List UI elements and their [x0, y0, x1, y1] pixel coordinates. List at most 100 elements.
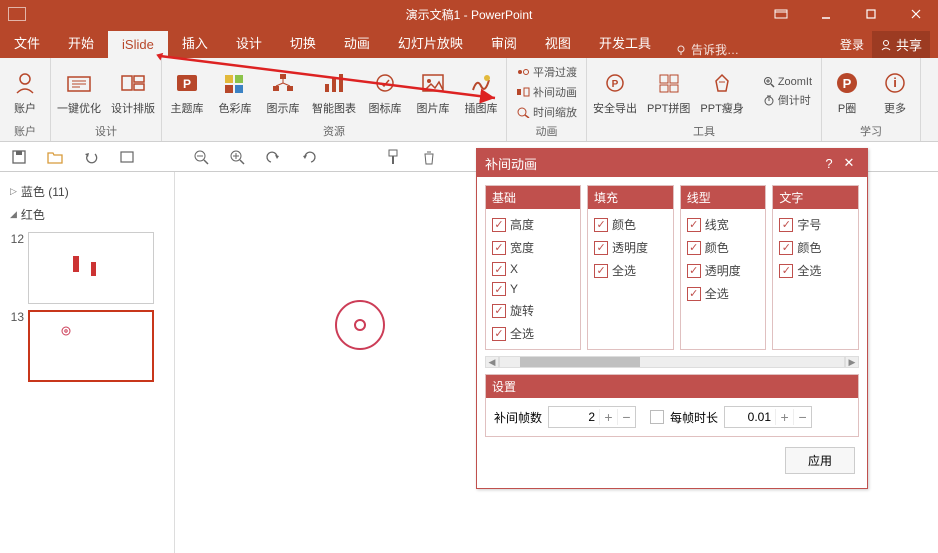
slide-thumb-12[interactable]: 12: [6, 232, 168, 304]
qat-format-painter[interactable]: [384, 148, 402, 166]
ribbon-tween-zoom[interactable]: 时间缩放: [513, 103, 580, 121]
qat-save[interactable]: [10, 148, 28, 166]
qat-redo2[interactable]: [300, 148, 318, 166]
base-checkbox-0[interactable]: ✓: [492, 218, 506, 232]
ribbon-diagram[interactable]: 图示库: [264, 68, 302, 116]
base-checkbox-4[interactable]: ✓: [492, 304, 506, 318]
dialog-close-button[interactable]: ✕: [839, 155, 859, 171]
tab-animations[interactable]: 动画: [330, 27, 384, 58]
scroll-right-icon[interactable]: ▶: [845, 356, 859, 368]
frames-minus[interactable]: −: [617, 409, 635, 425]
ribbon-pic[interactable]: 图片库: [414, 68, 452, 116]
ribbon-puzzle[interactable]: PPT拼图: [647, 68, 690, 116]
dialog-h-scrollbar[interactable]: ◀ ▶: [485, 356, 859, 368]
fill-checkbox-2[interactable]: ✓: [594, 264, 608, 278]
base-row-2[interactable]: ✓X: [490, 259, 576, 279]
qat-zoom-in[interactable]: [228, 148, 246, 166]
line-checkbox-3[interactable]: ✓: [687, 287, 701, 301]
qat-clear[interactable]: [420, 148, 438, 166]
ribbon-more[interactable]: i更多: [876, 68, 914, 116]
line-row-1[interactable]: ✓颜色: [685, 236, 762, 259]
maximize-button[interactable]: [848, 0, 893, 28]
duration-field[interactable]: + −: [724, 406, 812, 428]
base-checkbox-2[interactable]: ✓: [492, 262, 506, 276]
text-row-0[interactable]: ✓字号: [777, 213, 854, 236]
scroll-track[interactable]: [499, 356, 845, 368]
frames-field[interactable]: + −: [548, 406, 636, 428]
dialog-titlebar[interactable]: 补间动画 ? ✕: [477, 149, 867, 177]
minimize-button[interactable]: [803, 0, 848, 28]
line-row-0[interactable]: ✓线宽: [685, 213, 762, 236]
scroll-left-icon[interactable]: ◀: [485, 356, 499, 368]
line-checkbox-1[interactable]: ✓: [687, 241, 701, 255]
ribbon-timer[interactable]: 倒计时: [760, 91, 815, 109]
tab-slideshow[interactable]: 幻灯片放映: [384, 27, 477, 58]
ribbon-slim[interactable]: PPT瘦身: [700, 68, 743, 116]
login-button[interactable]: 登录: [832, 32, 872, 57]
base-row-4[interactable]: ✓旋转: [490, 299, 576, 322]
tab-view[interactable]: 视图: [531, 27, 585, 58]
tab-transitions[interactable]: 切换: [276, 27, 330, 58]
close-button[interactable]: [893, 0, 938, 28]
tab-insert[interactable]: 插入: [168, 27, 222, 58]
qat-undo2[interactable]: [264, 148, 282, 166]
ribbon-zoomit[interactable]: ZoomIt: [760, 75, 815, 89]
frames-input[interactable]: [549, 410, 599, 424]
fill-checkbox-0[interactable]: ✓: [594, 218, 608, 232]
nav-section-blue[interactable]: ▷蓝色 (11): [6, 180, 168, 203]
tab-home[interactable]: 开始: [54, 27, 108, 58]
base-row-5[interactable]: ✓全选: [490, 322, 576, 345]
line-checkbox-0[interactable]: ✓: [687, 218, 701, 232]
tab-islide[interactable]: iSlide: [108, 31, 168, 58]
ribbon-account[interactable]: 账户: [6, 68, 44, 116]
ribbon-tween-smooth[interactable]: 平滑过渡: [513, 63, 580, 81]
ribbon-tween-anim[interactable]: 补间动画: [513, 83, 580, 101]
line-checkbox-2[interactable]: ✓: [687, 264, 701, 278]
fill-checkbox-1[interactable]: ✓: [594, 241, 608, 255]
text-checkbox-2[interactable]: ✓: [779, 264, 793, 278]
duration-minus[interactable]: −: [793, 409, 811, 425]
ribbon-pquan[interactable]: PP圈: [828, 68, 866, 116]
scroll-thumb[interactable]: [520, 357, 640, 367]
base-checkbox-3[interactable]: ✓: [492, 282, 506, 296]
duration-plus[interactable]: +: [775, 409, 793, 425]
ribbon-icon[interactable]: 图标库: [366, 68, 404, 116]
tab-file[interactable]: 文件: [0, 27, 54, 58]
tab-dev[interactable]: 开发工具: [585, 27, 665, 58]
ribbon-theme[interactable]: P主题库: [168, 68, 206, 116]
tab-review[interactable]: 审阅: [477, 27, 531, 58]
text-checkbox-1[interactable]: ✓: [779, 241, 793, 255]
slide-thumb-13[interactable]: 13: [6, 310, 168, 382]
duration-input[interactable]: [725, 410, 775, 424]
text-row-1[interactable]: ✓颜色: [777, 236, 854, 259]
base-row-1[interactable]: ✓宽度: [490, 236, 576, 259]
ribbon-smartchart[interactable]: 智能图表: [312, 68, 356, 116]
dialog-help-button[interactable]: ?: [819, 156, 839, 171]
ribbon-one-click[interactable]: 一键优化: [57, 68, 101, 116]
text-checkbox-0[interactable]: ✓: [779, 218, 793, 232]
line-row-2[interactable]: ✓透明度: [685, 259, 762, 282]
ribbon-illust[interactable]: 插图库: [462, 68, 500, 116]
base-checkbox-5[interactable]: ✓: [492, 327, 506, 341]
base-row-0[interactable]: ✓高度: [490, 213, 576, 236]
share-button[interactable]: 共享: [872, 31, 930, 58]
apply-button[interactable]: 应用: [785, 447, 855, 474]
ribbon-export[interactable]: P安全导出: [593, 68, 637, 116]
tell-me-field[interactable]: 告诉我…: [665, 41, 749, 58]
base-row-3[interactable]: ✓Y: [490, 279, 576, 299]
text-row-2[interactable]: ✓全选: [777, 259, 854, 282]
qat-open[interactable]: [46, 148, 64, 166]
ribbon-color[interactable]: 色彩库: [216, 68, 254, 116]
line-row-3[interactable]: ✓全选: [685, 282, 762, 305]
qat-zoom-out[interactable]: [192, 148, 210, 166]
base-checkbox-1[interactable]: ✓: [492, 241, 506, 255]
qat-undo[interactable]: [82, 148, 100, 166]
tab-design[interactable]: 设计: [222, 27, 276, 58]
frames-plus[interactable]: +: [599, 409, 617, 425]
ribbon-display-options-icon[interactable]: [758, 0, 803, 28]
duration-enable-checkbox[interactable]: [650, 410, 664, 424]
ribbon-design-layout[interactable]: 设计排版: [111, 68, 155, 116]
nav-section-red[interactable]: ◢红色: [6, 203, 168, 226]
fill-row-1[interactable]: ✓透明度: [592, 236, 669, 259]
qat-new[interactable]: [118, 148, 136, 166]
